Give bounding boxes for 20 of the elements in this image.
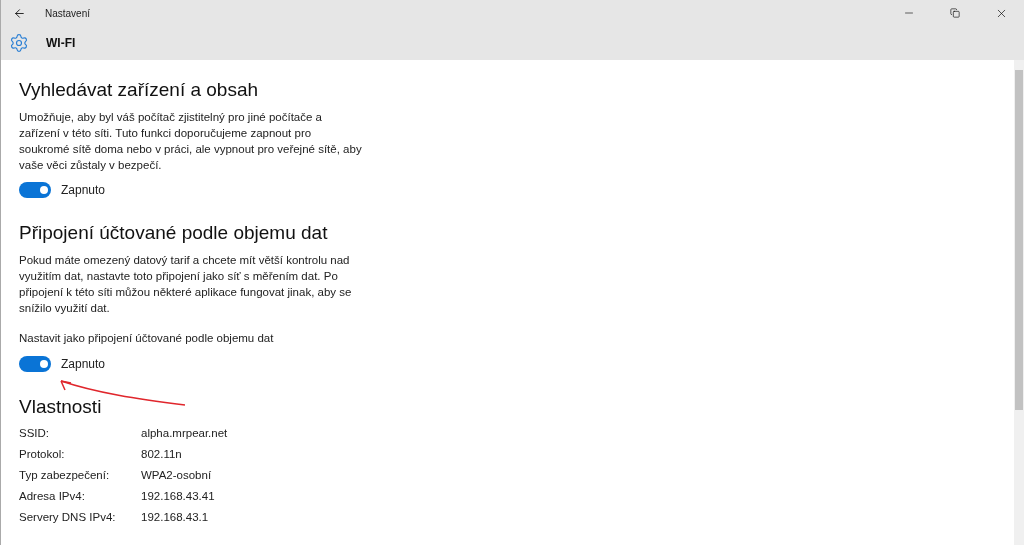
- setting-label: Nastavit jako připojení účtované podle objemu dat: [19, 331, 275, 346]
- property-value: 192.168.43.1: [141, 510, 209, 526]
- property-label: Adresa IPv4:: [19, 489, 86, 505]
- window-title: Nastavení: [45, 6, 91, 21]
- property-label: Protokol:: [19, 447, 66, 463]
- property-label: Servery DNS IPv4:: [19, 510, 117, 526]
- property-value: alpha.mrpear.net: [141, 426, 228, 442]
- section-description: Umožňuje, aby byl váš počítač zjistitelný pro jiné počítače a zařízení v této síti. Tuto funkci doporučujeme zapnout pro soukromé sítě doma nebo v práci, ale vypnout pro veřejné sítě, aby vaše věci zůstaly v bezpečí.: [19, 110, 363, 173]
- section-heading: Vyhledávat zařízení a obsah: [19, 78, 260, 102]
- section-heading: Připojení účtované podle objemu dat: [19, 221, 329, 245]
- toggle-state: Zapnuto: [61, 356, 106, 374]
- section-heading: Vlastnosti: [19, 395, 102, 420]
- property-value: 802.11n: [141, 447, 182, 463]
- section-description: Pokud máte omezený datový tarif a chcete mít větší kontrolu nad využitím dat, nastavte toto připojení jako síť s měřením dat. Po připojení k této síti můžou některé aplikace fungovat jinak, aby se snížilo využití dat.: [19, 253, 353, 316]
- property-value: WPA2-osobní: [141, 468, 212, 484]
- property-label: Typ zabezpečení:: [19, 468, 111, 484]
- property-value: 192.168.43.41: [141, 489, 215, 505]
- page-title: WI-FI: [46, 35, 76, 52]
- toggle-state: Zapnuto: [61, 182, 106, 199]
- property-label: SSID:: [19, 426, 51, 442]
